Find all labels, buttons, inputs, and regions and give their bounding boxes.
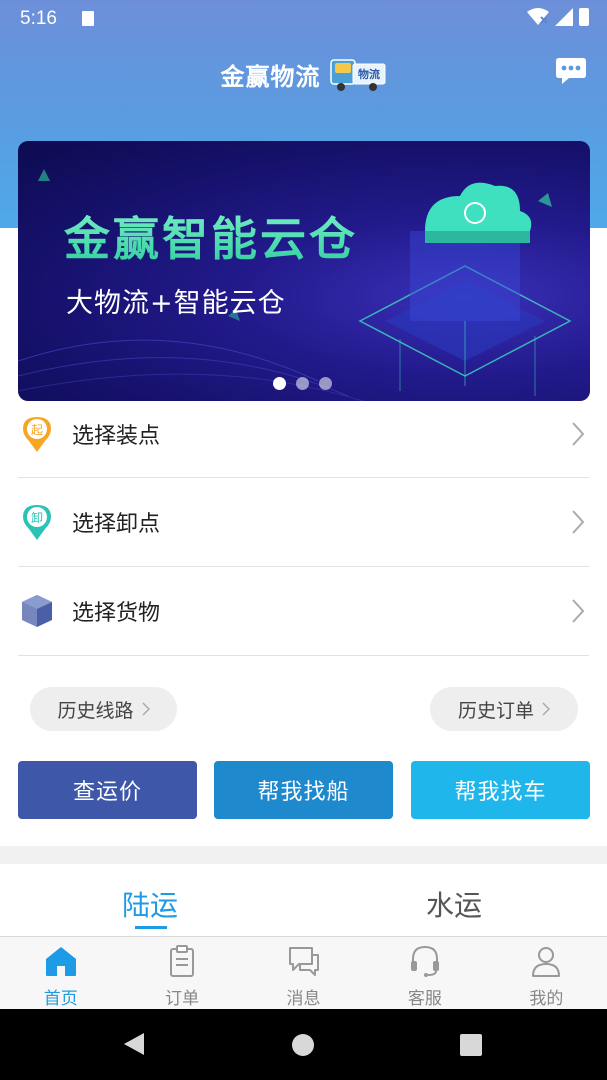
clipboard-icon bbox=[170, 945, 195, 977]
chevron-right-icon bbox=[542, 702, 550, 716]
history-routes-button[interactable]: 历史线路 bbox=[30, 687, 177, 731]
banner-subtitle: 大物流+智能云仓 bbox=[66, 288, 286, 319]
status-bar: 5:16 bbox=[0, 0, 607, 38]
selection-menu: 起 选择装点 卸 选择卸点 选择货物 bbox=[18, 390, 589, 656]
tab-water-transport[interactable]: 水运 bbox=[426, 884, 482, 924]
nav-messages[interactable]: 消息 bbox=[243, 937, 364, 1009]
cloud-warehouse-illustration bbox=[358, 182, 572, 396]
signal-icon bbox=[555, 8, 573, 26]
status-icons bbox=[527, 8, 589, 26]
select-cargo-row[interactable]: 选择货物 bbox=[18, 567, 589, 656]
unload-pin-icon: 卸 bbox=[23, 505, 51, 540]
back-icon[interactable] bbox=[122, 1031, 146, 1057]
box-icon bbox=[22, 595, 52, 627]
user-icon bbox=[532, 947, 561, 977]
chevron-right-icon bbox=[572, 421, 585, 446]
truck-logo-text: 物流 bbox=[358, 67, 380, 81]
nav-label: 我的 bbox=[529, 989, 564, 1009]
chat-bubbles-icon bbox=[288, 947, 319, 976]
nav-customer-service[interactable]: 客服 bbox=[364, 937, 485, 1009]
truck-logo-icon: 物流 bbox=[329, 59, 385, 91]
chevron-right-icon bbox=[572, 510, 585, 534]
home-button-icon[interactable] bbox=[292, 1034, 314, 1056]
find-truck-button[interactable]: 帮我找车 bbox=[411, 761, 590, 819]
section-divider bbox=[0, 846, 607, 864]
menu-label: 选择装点 bbox=[72, 423, 161, 449]
status-time: 5:16 bbox=[20, 8, 57, 29]
nav-label: 消息 bbox=[286, 989, 321, 1009]
unload-pin-char: 卸 bbox=[31, 510, 43, 525]
chevron-right-icon bbox=[572, 599, 585, 623]
app-header: 金赢物流 物流 bbox=[0, 52, 607, 96]
history-routes-label: 历史线路 bbox=[57, 699, 134, 722]
nav-label: 首页 bbox=[43, 989, 78, 1009]
chevron-right-icon bbox=[141, 702, 150, 716]
transport-mode-tabs: 陆运 水运 bbox=[0, 864, 607, 936]
promo-banner[interactable]: 金赢智能云仓 大物流+智能云仓 bbox=[18, 141, 590, 401]
headset-icon bbox=[410, 945, 439, 977]
nav-home[interactable]: 首页 bbox=[0, 937, 121, 1009]
history-orders-button[interactable]: 历史订单 bbox=[430, 687, 578, 731]
wifi-icon bbox=[527, 8, 549, 25]
nav-orders[interactable]: 订单 bbox=[121, 937, 242, 1009]
carousel-dot[interactable] bbox=[319, 377, 332, 390]
carousel-indicator bbox=[273, 377, 332, 390]
carousel-dot[interactable] bbox=[273, 377, 286, 390]
menu-label: 选择卸点 bbox=[72, 512, 161, 537]
home-icon bbox=[45, 947, 76, 976]
nav-label: 订单 bbox=[165, 989, 200, 1009]
chat-icon[interactable] bbox=[555, 56, 587, 86]
check-price-button[interactable]: 查运价 bbox=[18, 761, 197, 819]
select-loading-point-row[interactable]: 起 选择装点 bbox=[18, 390, 589, 478]
tab-land-transport[interactable]: 陆运 bbox=[122, 884, 178, 924]
select-unloading-point-row[interactable]: 卸 选择卸点 bbox=[18, 478, 589, 567]
banner-title: 金赢智能云仓 bbox=[64, 203, 358, 269]
find-ship-button[interactable]: 帮我找船 bbox=[214, 761, 393, 819]
history-orders-label: 历史订单 bbox=[457, 699, 534, 722]
app-title: 金赢物流 bbox=[220, 62, 321, 91]
tab-active-indicator bbox=[135, 926, 167, 929]
nav-profile[interactable]: 我的 bbox=[486, 937, 607, 1009]
battery-icon bbox=[579, 8, 589, 26]
carousel-dot[interactable] bbox=[296, 377, 309, 390]
sim-card-icon bbox=[82, 11, 94, 26]
start-pin-char: 起 bbox=[31, 423, 43, 437]
menu-label: 选择货物 bbox=[72, 601, 161, 626]
nav-label: 客服 bbox=[407, 989, 442, 1009]
system-navigation-bar bbox=[0, 1009, 607, 1080]
recent-apps-icon[interactable] bbox=[460, 1034, 482, 1056]
start-pin-icon: 起 bbox=[23, 416, 51, 452]
bottom-navigation: 首页 订单 消息 客服 我的 bbox=[0, 936, 607, 1009]
